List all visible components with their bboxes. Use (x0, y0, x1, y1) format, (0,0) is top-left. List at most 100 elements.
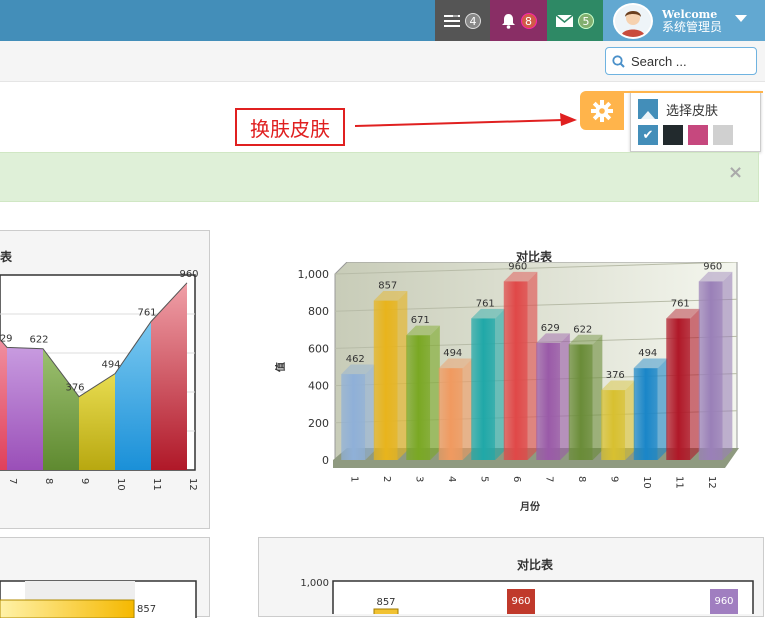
skin-picker[interactable]: 选择皮肤 (638, 99, 718, 119)
chart2-x-tick-3: 4 (446, 476, 457, 482)
chart2-bar-1 (373, 300, 398, 460)
annotation-arrow (355, 113, 577, 127)
chart2-x-label: 月份 (519, 500, 541, 513)
chart2-x-tick-6: 7 (543, 476, 554, 482)
chart2-bar-0 (341, 374, 366, 460)
chart1-x-tick-4: 11 (151, 478, 162, 491)
chart1-title: 表 (0, 250, 13, 264)
chart4-value-label-1: 857 (376, 597, 395, 608)
chart2-bar-side-9 (657, 358, 668, 460)
skin-swatch-blue[interactable]: ✔ (638, 125, 658, 145)
bar-chart-bottom: 1,000 857 960 960 (300, 578, 754, 614)
chart2-bar-2 (406, 335, 431, 460)
messages-menu[interactable]: 5 (547, 0, 603, 41)
search-input[interactable] (631, 53, 751, 69)
chart4-ytick: 1,000 (300, 578, 329, 589)
chart4-title: 对比表 (517, 558, 554, 572)
bell-icon (501, 13, 515, 29)
chart2-bar-3 (438, 368, 463, 460)
chart1-value-label-3: 494 (101, 360, 120, 371)
envelope-icon (556, 14, 573, 27)
caret-down-icon (735, 15, 747, 22)
chart2-y-tick-2: 400 (308, 380, 329, 393)
chart2-y-tick-4: 800 (308, 305, 329, 318)
chart1-value-label-1: 622 (29, 335, 48, 346)
search-box[interactable] (605, 47, 757, 75)
chart2-bar-side-2 (430, 325, 440, 460)
chart2-x-tick-9: 10 (641, 476, 652, 489)
chart2-y-tick-0: 0 (322, 454, 329, 467)
notifications-menu[interactable]: 8 (490, 0, 547, 41)
chart2-bar-side-8 (625, 380, 635, 460)
chart1-x-tick-0: 7 (7, 478, 18, 484)
chart1-area-segment-0 (0, 339, 7, 470)
search-icon (612, 54, 625, 68)
chart4-bar-1 (373, 608, 399, 614)
tasks-menu[interactable]: 4 (435, 0, 490, 41)
close-icon[interactable]: × (728, 162, 743, 183)
avatar (613, 2, 653, 39)
annotation-label: 换肤皮肤 (235, 108, 345, 146)
user-menu[interactable]: Welcome 系统管理员 (603, 0, 765, 41)
chart2-value-label-8: 376 (606, 370, 625, 381)
chart2-x-tick-7: 8 (576, 476, 587, 482)
chart2-bar-side-11 (722, 271, 733, 460)
chart2-x-tick-2: 3 (413, 476, 424, 482)
user-name: 系统管理员 (662, 19, 723, 34)
welcome-label: Welcome (662, 7, 718, 21)
chart2-value-label-6: 629 (541, 323, 560, 334)
skin-swatch-black[interactable] (663, 125, 683, 145)
skin-panel-accent (624, 91, 763, 93)
chart2-value-label-1: 857 (378, 281, 397, 292)
chart2-value-label-7: 622 (573, 324, 592, 335)
bar-chart-3d: 02004006008001,000值月份4621857267134944761… (274, 262, 739, 513)
skin-preview-icon (638, 99, 658, 119)
tasks-icon (444, 14, 460, 27)
check-icon: ✔ (642, 127, 654, 143)
chart2-value-label-4: 761 (476, 298, 495, 309)
chart2-y-tick-3: 600 (308, 342, 329, 355)
skin-swatch-grey[interactable] (713, 125, 733, 145)
notifications-badge: 8 (520, 12, 537, 29)
chart4-value-label-2: 960 (511, 596, 530, 607)
chart2-bar-7 (568, 344, 593, 460)
skin-settings-button[interactable] (580, 91, 624, 130)
skin-swatch-pink[interactable] (688, 125, 708, 145)
chart2-x-tick-10: 11 (673, 476, 684, 489)
chart1-x-tick-5: 12 (187, 478, 198, 491)
chart2-value-label-0: 462 (346, 354, 365, 365)
chart2-bar-8 (601, 390, 626, 460)
gear-icon (591, 99, 613, 122)
chart3-value-label: 857 (137, 604, 156, 615)
chart1-value-label-0: 629 (0, 333, 13, 344)
chart1-x-tick-1: 8 (43, 478, 54, 484)
chart2-bar-side-4 (495, 308, 505, 460)
chart2-x-tick-0: 1 (348, 476, 359, 482)
area-chart: 629 7 622 8 376 9 494 10 761 11 960 12 (0, 270, 199, 491)
chart2-x-tick-4: 5 (478, 476, 489, 482)
tasks-badge: 4 (465, 12, 481, 29)
horizontal-bar-chart: 857 (0, 580, 197, 618)
chart2-bar-side-5 (527, 271, 538, 460)
success-alert (0, 152, 759, 202)
chart2-bar-side-0 (365, 364, 375, 460)
chart2-x-tick-11: 12 (706, 476, 717, 489)
chart1-area-segment-1 (7, 347, 43, 470)
chart2-value-label-10: 761 (671, 298, 690, 309)
chart2-value-label-5: 960 (508, 262, 527, 272)
chart4-value-label-3: 960 (714, 596, 733, 607)
chart2-bar-side-3 (462, 358, 473, 460)
chart2-x-tick-1: 2 (381, 476, 392, 482)
chart2-bar-side-1 (397, 290, 408, 460)
chart2-value-label-2: 671 (411, 315, 430, 326)
chart2-y-label: 值 (274, 362, 287, 372)
chart2-bar-10 (666, 318, 691, 460)
chart1-value-label-5: 960 (179, 270, 198, 280)
chart2-bar-4 (471, 318, 496, 460)
chart2-x-tick-5: 6 (511, 476, 522, 482)
chart2-bar-side-10 (690, 308, 700, 460)
chart2-value-label-3: 494 (443, 348, 462, 359)
chart2-value-label-11: 960 (703, 262, 722, 272)
chart2-y-tick-5: 1,000 (298, 268, 330, 281)
chart2-bar-side-6 (560, 333, 570, 460)
